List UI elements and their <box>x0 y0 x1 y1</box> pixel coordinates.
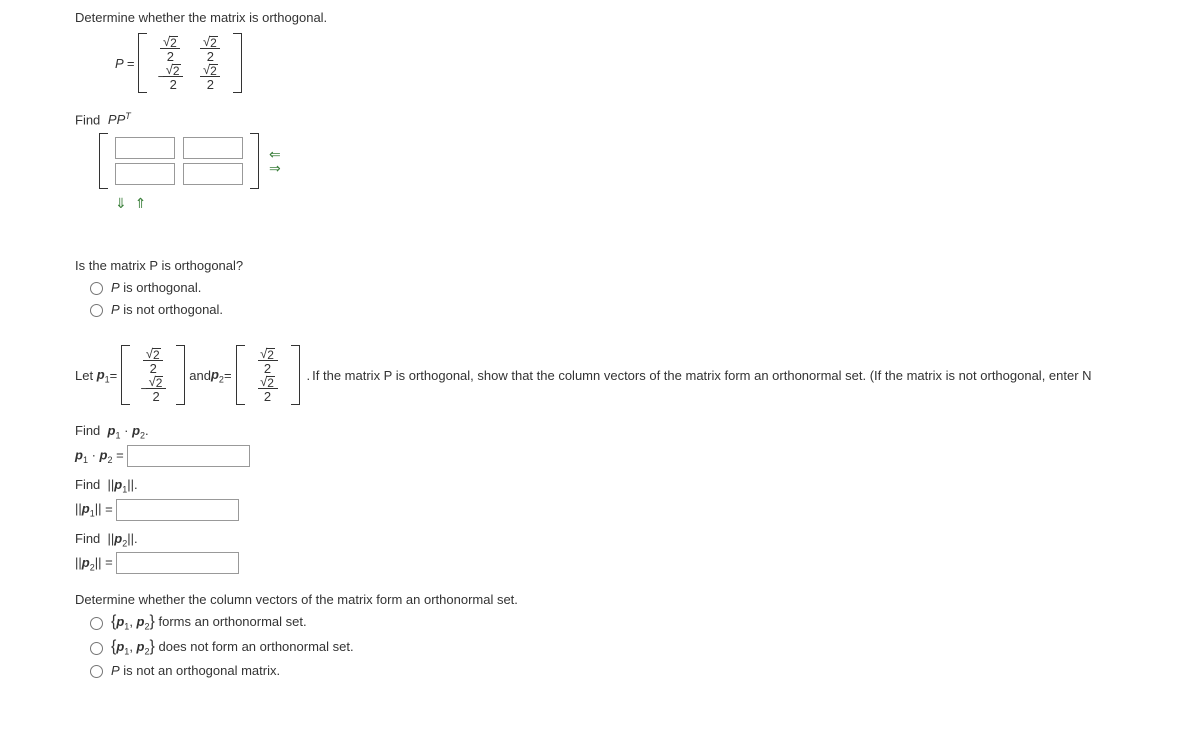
add-row-icon[interactable]: ⇓ <box>115 195 129 211</box>
matrix-row-arrows[interactable]: ⇓ ⇑ <box>115 195 1200 212</box>
matrix-p-definition: P = 22 22 − 22 22 <box>115 33 1200 93</box>
radio-p-not-orthogonal-matrix[interactable] <box>90 665 103 678</box>
radio-p-not-orthogonal-label: is not orthogonal. <box>123 302 223 317</box>
radio-p-not-orthogonal-matrix-label: is not an orthogonal matrix. <box>123 663 280 678</box>
ppt-cell-11[interactable] <box>115 137 175 159</box>
orthonormal-instruction: If the matrix P is orthogonal, show that… <box>312 368 1091 383</box>
ppt-input-matrix: ⇐ ⇒ <box>95 133 1200 189</box>
radio-p-orthogonal-label: is orthogonal. <box>123 280 201 295</box>
column-vectors-definition: Let p1 = 22 −22 and p2 = 22 22 . If the … <box>75 345 1200 405</box>
radio-not-orthonormal-label: does not form an orthonormal set. <box>158 639 353 654</box>
norm-p1-input[interactable] <box>116 499 239 521</box>
norm-p2-input[interactable] <box>116 552 239 574</box>
add-col-icon[interactable]: ⇒ <box>269 161 281 175</box>
radio-forms-orthonormal-label: forms an orthonormal set. <box>158 614 306 629</box>
orthonormal-radio-group: {p1, p2} forms an orthonormal set. {p1, … <box>85 613 1200 678</box>
dot-product-input-line: p1 · p2 = <box>75 445 1200 467</box>
orthogonal-question: Is the matrix P is orthogonal? <box>75 258 1200 273</box>
ppt-cell-22[interactable] <box>183 163 243 185</box>
radio-forms-orthonormal[interactable] <box>90 617 103 630</box>
find-norm-p1: Find ||p1||. <box>75 477 1200 495</box>
find-dot-product: Find p1 · p2. <box>75 423 1200 441</box>
find-ppt-label: Find PPT <box>75 111 1200 127</box>
norm-p2-input-line: ||p2|| = <box>75 552 1200 574</box>
radio-not-orthonormal[interactable] <box>90 642 103 655</box>
orthonormal-set-question: Determine whether the column vectors of … <box>75 592 1200 607</box>
dot-product-input[interactable] <box>127 445 250 467</box>
remove-col-icon[interactable]: ⇐ <box>269 147 281 161</box>
remove-row-icon[interactable]: ⇑ <box>135 195 149 211</box>
ppt-cell-12[interactable] <box>183 137 243 159</box>
p-equals-lhs: P = <box>115 56 134 71</box>
norm-p1-input-line: ||p1|| = <box>75 499 1200 521</box>
find-norm-p2: Find ||p2||. <box>75 531 1200 549</box>
orthogonal-radio-group: P is orthogonal. P is not orthogonal. <box>85 279 1200 317</box>
radio-p-orthogonal[interactable] <box>90 282 103 295</box>
matrix-col-arrows[interactable]: ⇐ ⇒ <box>269 147 281 175</box>
radio-p-not-orthogonal[interactable] <box>90 304 103 317</box>
ppt-cell-21[interactable] <box>115 163 175 185</box>
matrix-p: 22 22 − 22 22 <box>138 33 242 93</box>
question-prompt: Determine whether the matrix is orthogon… <box>75 10 1200 25</box>
